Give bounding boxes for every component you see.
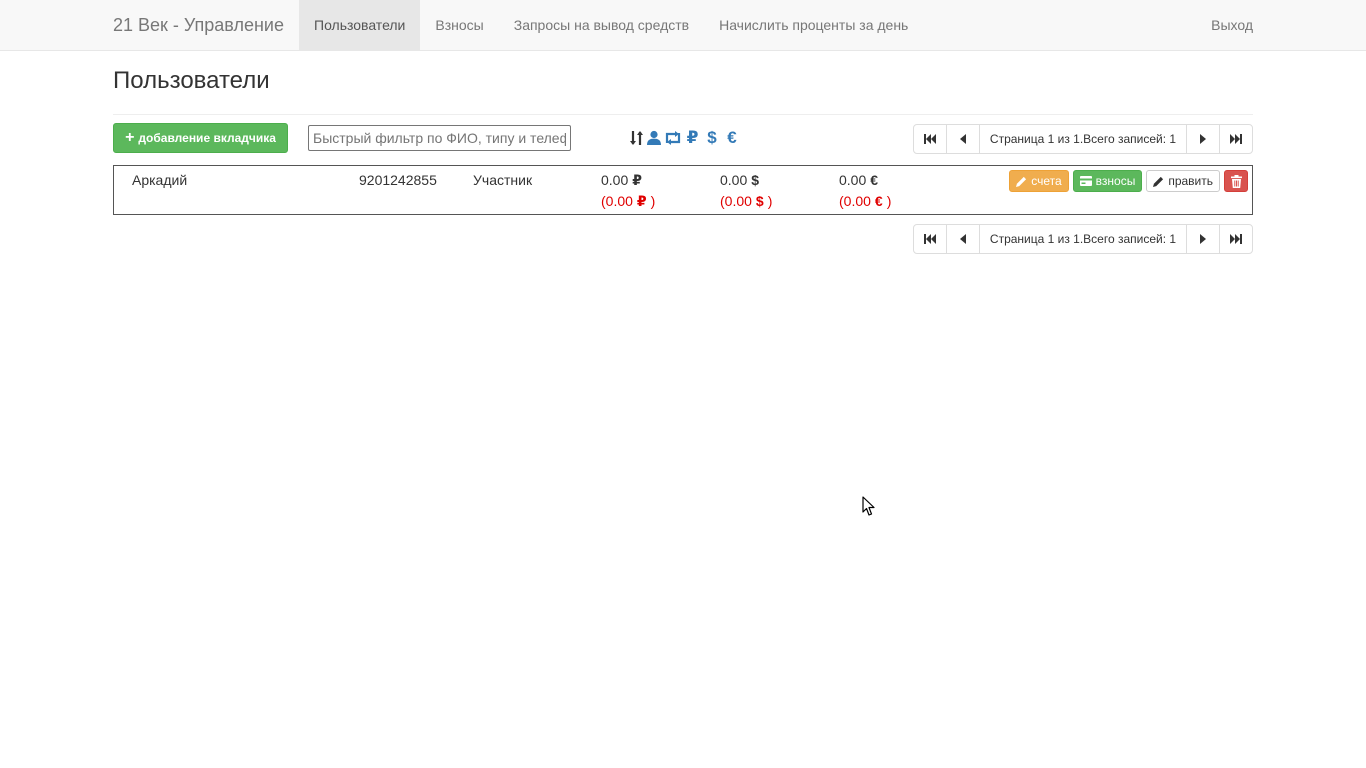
- first-page-button[interactable]: [913, 224, 947, 254]
- prev-page-button[interactable]: [946, 124, 980, 154]
- user-type: Участник: [473, 172, 533, 188]
- user-row: Аркадий 9201242855 Участник 0.00 ₽ (0.00 ₽…: [113, 165, 1253, 215]
- dollar-icon[interactable]: $: [703, 128, 721, 148]
- pencil-icon: [1153, 176, 1164, 187]
- quick-filter-input[interactable]: [308, 125, 571, 151]
- dollar-symbol: $: [751, 172, 760, 188]
- balance-eur: 0.00 € (0.00 €): [839, 172, 892, 209]
- contributions-button[interactable]: взносы: [1072, 170, 1143, 192]
- page-title: Пользователи: [113, 67, 270, 94]
- prev-page-button[interactable]: [946, 224, 980, 254]
- triangle-left-icon: [960, 134, 966, 144]
- euro-symbol: €: [874, 193, 883, 209]
- main-nav: Пользователи Взносы Запросы на вывод сре…: [299, 0, 923, 50]
- edit-label: править: [1168, 174, 1213, 188]
- ruble-symbol: ₽: [632, 172, 642, 188]
- retweet-icon[interactable]: [664, 128, 682, 148]
- triangle-right-icon: [1200, 134, 1206, 144]
- navbar-brand[interactable]: 21 Век - Управление: [113, 0, 284, 50]
- euro-icon[interactable]: €: [723, 128, 741, 148]
- pagination-info: Страница 1 из 1.Всего записей: 1: [979, 224, 1187, 254]
- pagination-bottom: Страница 1 из 1.Всего записей: 1: [913, 224, 1253, 254]
- balance-rub-amount: 0.00: [601, 172, 629, 188]
- last-page-button[interactable]: [1219, 124, 1253, 154]
- pencil-icon: [1016, 176, 1027, 187]
- pagination-top: Страница 1 из 1.Всего записей: 1: [913, 124, 1253, 154]
- user-icon[interactable]: [646, 128, 662, 148]
- balance-rub: 0.00 ₽ (0.00 ₽): [601, 172, 656, 209]
- last-page-button[interactable]: [1219, 224, 1253, 254]
- next-page-button[interactable]: [1186, 224, 1220, 254]
- pending-usd-amount: 0.00: [724, 193, 752, 209]
- dollar-symbol: $: [755, 193, 764, 209]
- plus-icon: +: [125, 129, 135, 146]
- nav-item-contributions[interactable]: Взносы: [420, 0, 498, 50]
- next-page-button[interactable]: [1186, 124, 1220, 154]
- add-depositor-button[interactable]: + добавление вкладчика: [113, 123, 288, 153]
- add-depositor-label: добавление вкладчика: [138, 131, 276, 145]
- row-actions: счета взносы править: [1009, 170, 1248, 192]
- pending-rub-amount: 0.00: [605, 193, 633, 209]
- euro-symbol: €: [870, 172, 879, 188]
- sort-controls: ₽ $ €: [630, 128, 741, 148]
- mouse-cursor-icon: [862, 496, 876, 520]
- nav-item-users[interactable]: Пользователи: [299, 0, 421, 50]
- triangle-left-icon: [960, 234, 966, 244]
- fast-backward-icon: [924, 234, 936, 244]
- fast-backward-icon: [924, 134, 936, 144]
- accounts-label: счета: [1031, 174, 1062, 188]
- balance-usd-amount: 0.00: [720, 172, 748, 188]
- balance-usd: 0.00 $ (0.00 $): [720, 172, 773, 209]
- contributions-label: взносы: [1095, 174, 1136, 188]
- ruble-icon[interactable]: ₽: [684, 128, 701, 148]
- pending-eur-amount: 0.00: [843, 193, 871, 209]
- accounts-button[interactable]: счета: [1009, 170, 1069, 192]
- credit-card-icon: [1079, 176, 1092, 186]
- ruble-symbol: ₽: [636, 193, 647, 209]
- top-navbar: 21 Век - Управление Пользователи Взносы …: [0, 0, 1366, 51]
- trash-icon: [1230, 174, 1242, 188]
- user-name: Аркадий: [132, 172, 188, 188]
- fast-forward-icon: [1230, 234, 1242, 244]
- header-divider: [113, 114, 1253, 115]
- edit-button[interactable]: править: [1146, 170, 1220, 192]
- first-page-button[interactable]: [913, 124, 947, 154]
- nav-item-withdrawal-requests[interactable]: Запросы на вывод средств: [499, 0, 704, 50]
- delete-button[interactable]: [1224, 170, 1248, 192]
- triangle-right-icon: [1200, 234, 1206, 244]
- pagination-info: Страница 1 из 1.Всего записей: 1: [979, 124, 1187, 154]
- nav-item-accrue-interest[interactable]: Начислить проценты за день: [704, 0, 923, 50]
- sort-icon[interactable]: [630, 128, 644, 148]
- user-phone: 9201242855: [359, 172, 437, 188]
- fast-forward-icon: [1230, 134, 1242, 144]
- balance-eur-amount: 0.00: [839, 172, 867, 188]
- logout-link[interactable]: Выход: [1211, 0, 1253, 50]
